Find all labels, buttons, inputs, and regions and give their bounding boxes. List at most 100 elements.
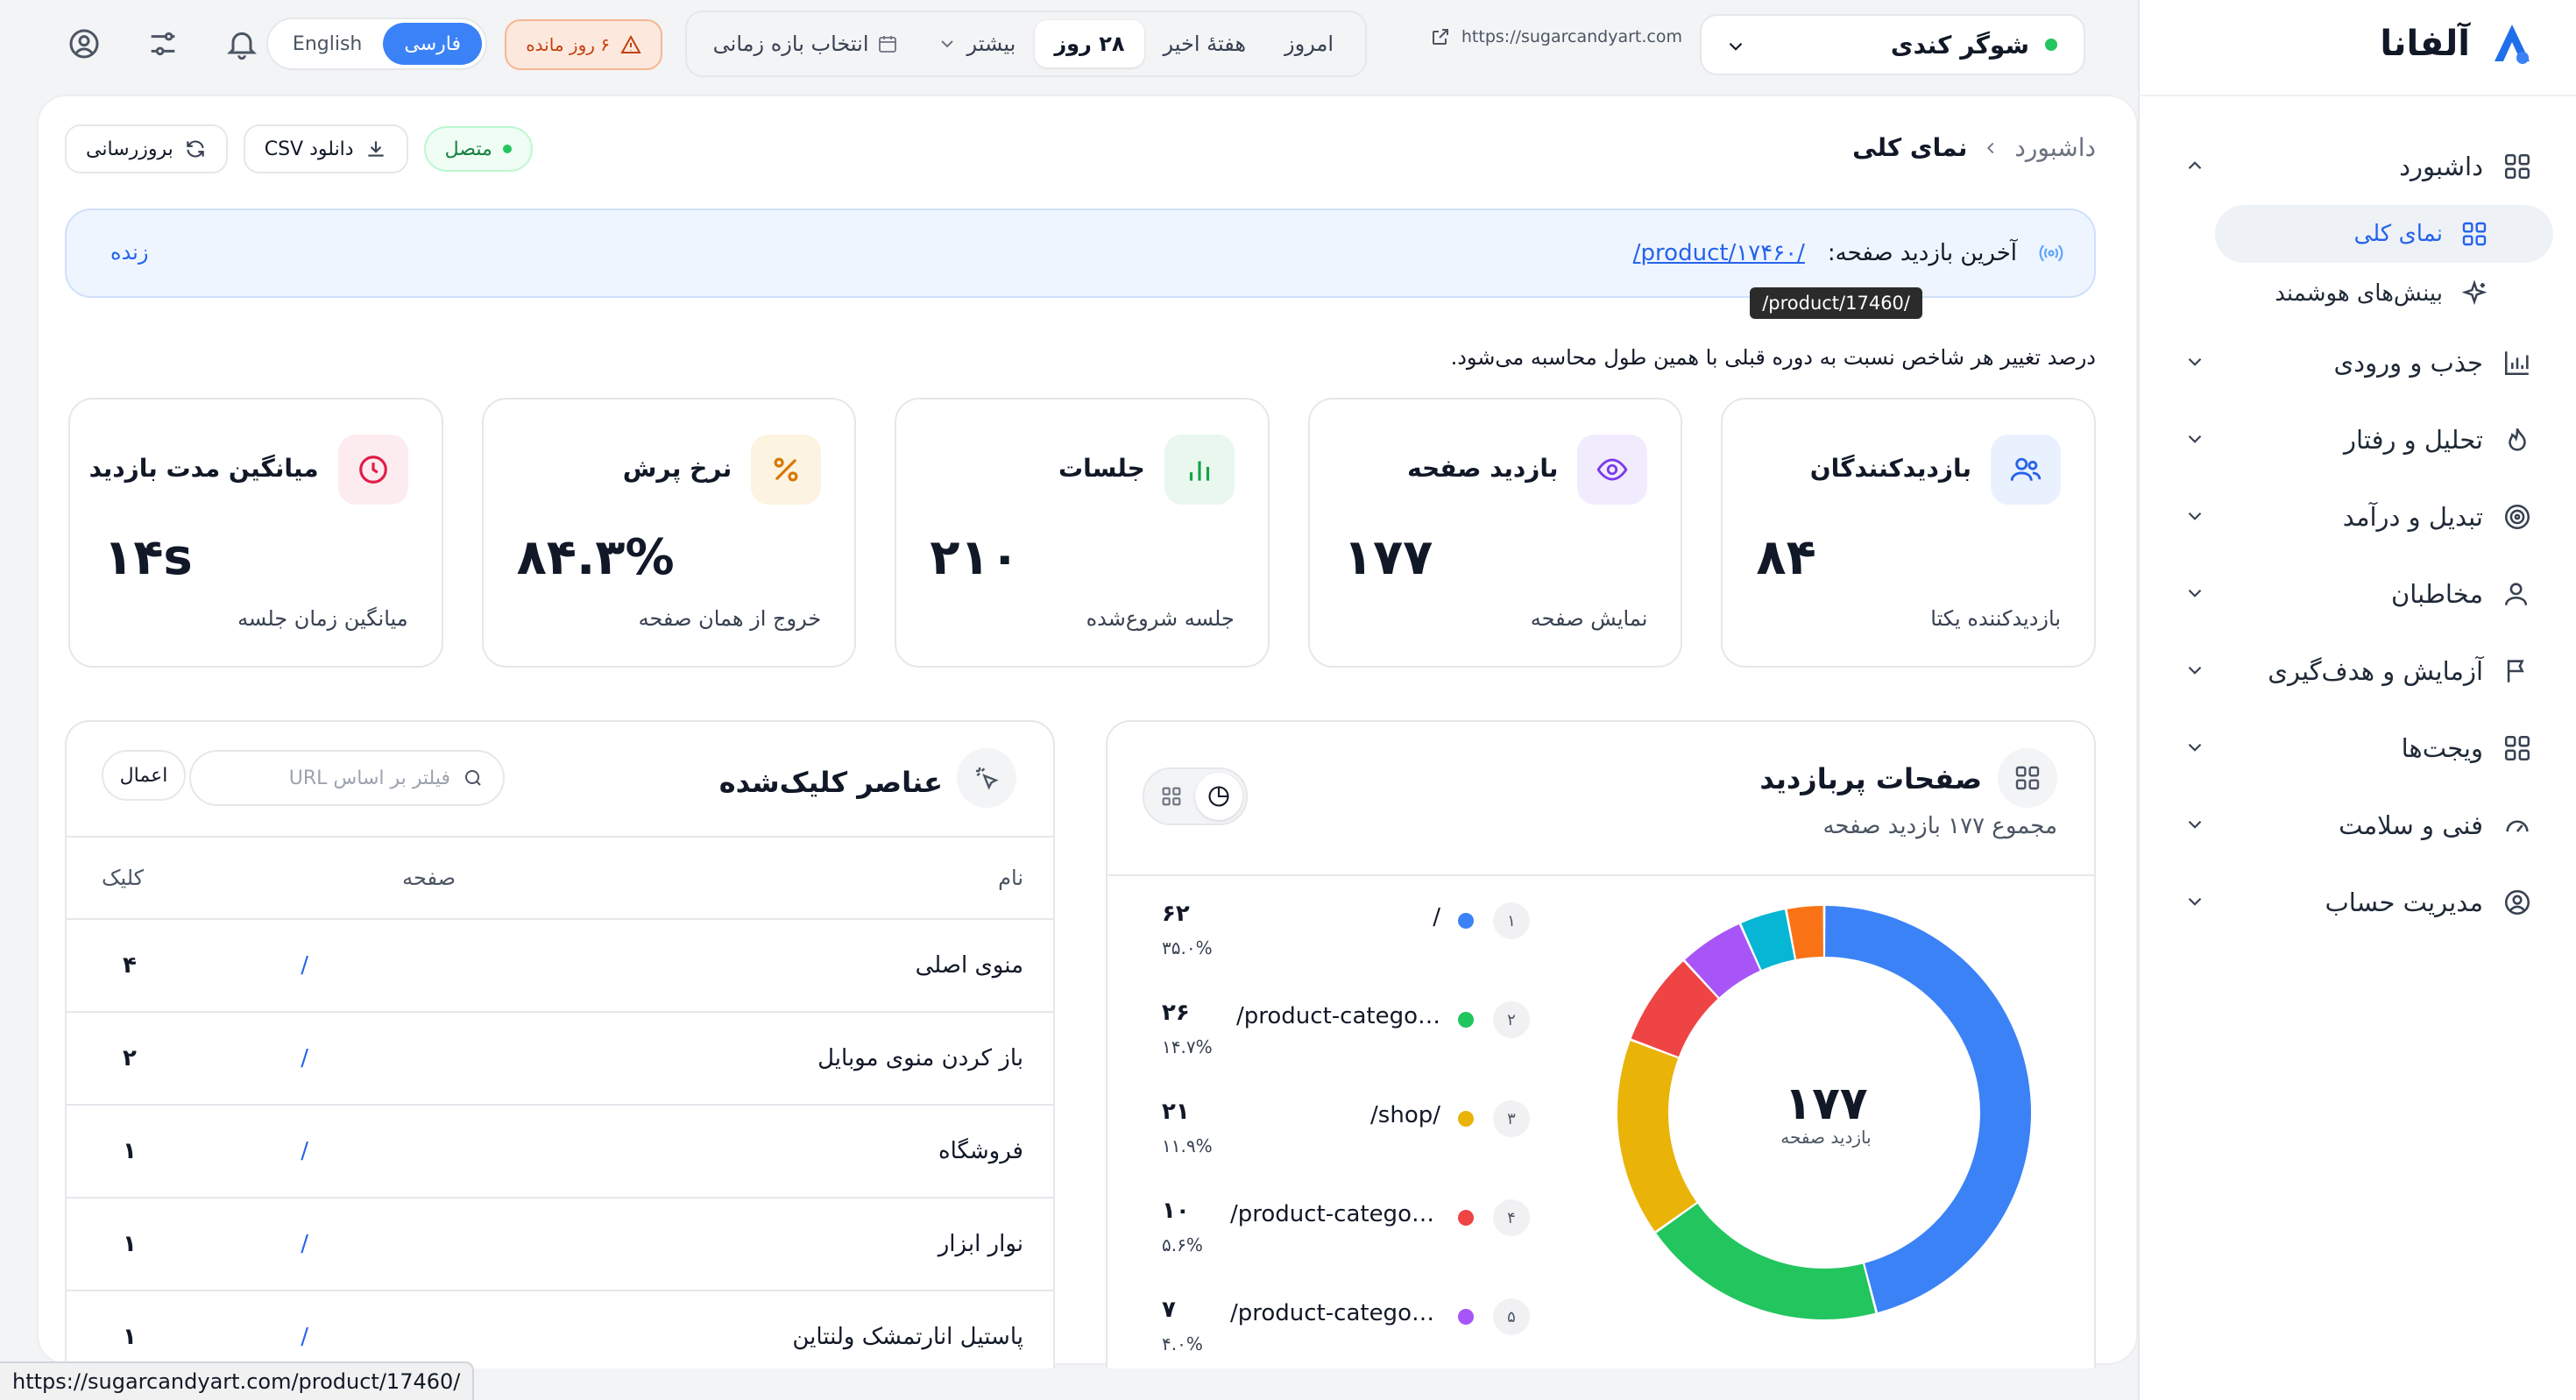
bar-chart-icon [2504,351,2529,376]
eye-icon [1596,458,1628,481]
legend-percent: ۴.۰% [1162,1333,1203,1354]
sidebar-group-acquisition[interactable]: جذب و ورودی [2138,324,2576,401]
sidebar-group-health[interactable]: فنی و سلامت [2138,787,2576,864]
grid-view-button[interactable] [1148,773,1195,820]
kpi-card-bounce-rate[interactable]: نرخ پرش ۸۴.۳% خروج از همان صفحه [481,398,857,668]
legend-path: /product-categor… [1230,1201,1440,1227]
trial-remaining-badge[interactable]: ۶ روز مانده [505,19,662,70]
cell-page-link[interactable]: / [301,1138,308,1164]
kpi-card-pageviews[interactable]: بازدید صفحه ۱۷۷ نمایش صفحه [1307,398,1683,668]
app-name: آلفانا [2380,24,2470,64]
topbar: شوگر کندی https://sugarcandyart.com امرو… [0,0,2138,95]
column-header-name[interactable]: نام [998,866,1023,890]
profile-icon[interactable] [67,26,102,61]
apply-filter-button[interactable]: اعمال [102,750,186,801]
top-pages-subtitle: مجموع ۱۷۷ بازدید صفحه [1822,813,2057,839]
sidebar-group-label: آزمایش و هدف‌گیری [2268,656,2483,686]
chevron-down-icon [2188,820,2202,829]
chart-view-toggle [1143,767,1248,825]
legend-row[interactable]: ۴ /product-categor… ۱۰ ۵.۶% [1162,1191,1530,1290]
sidebar-group-experiments[interactable]: آزمایش و هدف‌گیری [2138,633,2576,710]
cell-clicks: ۲ [123,1045,137,1071]
cell-page-link[interactable]: / [301,1231,308,1257]
site-selector[interactable]: شوگر کندی [1700,14,2085,75]
settings-sliders-icon[interactable] [145,26,180,61]
column-header-page[interactable]: صفحه [402,866,456,890]
legend-percent: ۱۴.۷% [1162,1036,1213,1057]
kpi-icon-box [337,435,408,505]
table-row[interactable]: باز کردن منوی موبایل / ۲ [67,1013,1053,1106]
sidebar-item-insights[interactable]: بینش‌های هوشمند [2138,265,2576,322]
cell-page-link[interactable]: / [301,1045,308,1071]
kpi-card-sessions[interactable]: جلسات ۲۱۰ جلسه شروع‌شده [895,398,1270,668]
legend-count: ۱۰ [1162,1198,1190,1224]
kpi-card-avg-duration[interactable]: میانگین مدت بازدید ۱۴s میانگین زمان جلسه [68,398,443,668]
lang-en-button[interactable]: English [272,23,383,65]
legend-row[interactable]: ۳ /shop/ ۲۱ ۱۱.۹% [1162,1092,1530,1191]
flag-icon [2507,660,2524,682]
table-row[interactable]: فروشگاه / ۱ [67,1106,1053,1198]
breadcrumb-root[interactable]: داشبورد [2014,133,2096,162]
cell-page-link[interactable]: / [301,952,308,979]
sidebar-group-label: فنی و سلامت [2339,810,2483,840]
kpi-title: نرخ پرش [622,454,732,483]
url-filter-input[interactable] [210,767,450,789]
pie-view-button[interactable] [1195,773,1242,820]
range-today[interactable]: امروز [1265,20,1353,67]
table-row[interactable]: نوار ابزار / ۱ [67,1198,1053,1291]
lang-fa-button[interactable]: فارسی [383,23,482,65]
range-last-week[interactable]: هفتهٔ اخیر [1144,20,1266,67]
sidebar-group-behavior[interactable]: تحلیل و رفتار [2138,401,2576,478]
custom-range-button[interactable]: انتخاب بازه زمانی [694,20,918,67]
donut-slice[interactable] [1656,1203,1876,1319]
legend-color-dot [1458,913,1474,929]
legend-color-dot [1458,1012,1474,1028]
chevron-down-icon [2188,512,2202,520]
legend-row[interactable]: ۵ /product-categor… ۷ ۴.۰% [1162,1290,1530,1368]
sidebar-group-label: تبدیل و درآمد [2342,502,2483,532]
chevron-up-icon [2188,161,2202,170]
donut-slice[interactable] [1617,1041,1697,1232]
kpi-card-visitors[interactable]: بازدیدکنندگان ۸۴ بازدیدکننده یکتا [1721,398,2096,668]
chevron-down-icon [1729,42,1743,51]
widgets-icon [2504,735,2530,761]
table-row[interactable]: پاستیل انارتمشک ولنتاین / ۱ [67,1291,1053,1368]
chevron-down-icon [2188,897,2202,906]
refresh-button[interactable]: بروزرسانی [65,124,228,173]
sidebar-item-label: نمای کلی [2353,221,2443,247]
sidebar-group-label: مدیریت حساب [2325,887,2483,917]
live-tag: زنده [110,240,149,265]
sidebar-subnav-dashboard: نمای کلی بینش‌های هوشمند [2138,205,2576,322]
grid-icon [2015,766,2040,790]
column-header-clicks[interactable]: کلیک [102,866,144,890]
legend-count: ۷ [1162,1297,1176,1323]
app-logo[interactable]: آلفانا [2380,18,2537,70]
clicked-elements-title: عناصر کلیک‌شده [718,766,943,799]
legend-row[interactable]: ۱ / ۶۲ ۳۵.۰% [1162,894,1530,993]
top-pages-panel: صفحات پربازدید مجموع ۱۷۷ بازدید صفحه ۱۷۷… [1106,720,2096,1368]
site-url-link[interactable]: https://sugarcandyart.com [1430,26,1682,47]
sidebar-group-dashboard[interactable]: داشبورد [2138,128,2576,205]
bell-icon[interactable] [224,26,259,61]
refresh-icon [186,140,204,158]
account-icon [2504,889,2530,916]
cell-name: نوار ابزار [938,1231,1023,1257]
legend-color-dot [1458,1111,1474,1127]
range-more-dropdown[interactable]: بیشتر [917,20,1035,67]
sidebar-group-widgets[interactable]: ویجت‌ها [2138,710,2576,787]
cell-page-link[interactable]: / [301,1324,308,1350]
legend-row[interactable]: ۲ /product-catego… ۲۶ ۱۴.۷% [1162,993,1530,1092]
table-row[interactable]: منوی اصلی / ۴ [67,920,1053,1013]
legend-count: ۲۱ [1162,1099,1190,1125]
download-csv-button[interactable]: دانلود CSV [243,124,408,173]
sidebar-group-conversion[interactable]: تبدیل و درآمد [2138,478,2576,555]
url-filter-field[interactable] [189,750,505,806]
browser-status-url: https://sugarcandyart.com/product/17460/ [0,1361,475,1400]
last-pageview-link[interactable]: /product/۱۷۴۶۰/ [1633,240,1805,266]
sidebar-group-audience[interactable]: مخاطبان [2138,555,2576,633]
sidebar-item-overview[interactable]: نمای کلی [2215,205,2553,263]
sidebar-group-account[interactable]: مدیریت حساب [2138,864,2576,941]
table-header: نام صفحه کلیک [67,838,1053,920]
kpi-subtitle: نمایش صفحه [1530,606,1648,631]
range-28-days[interactable]: ۲۸ روز [1035,20,1144,67]
